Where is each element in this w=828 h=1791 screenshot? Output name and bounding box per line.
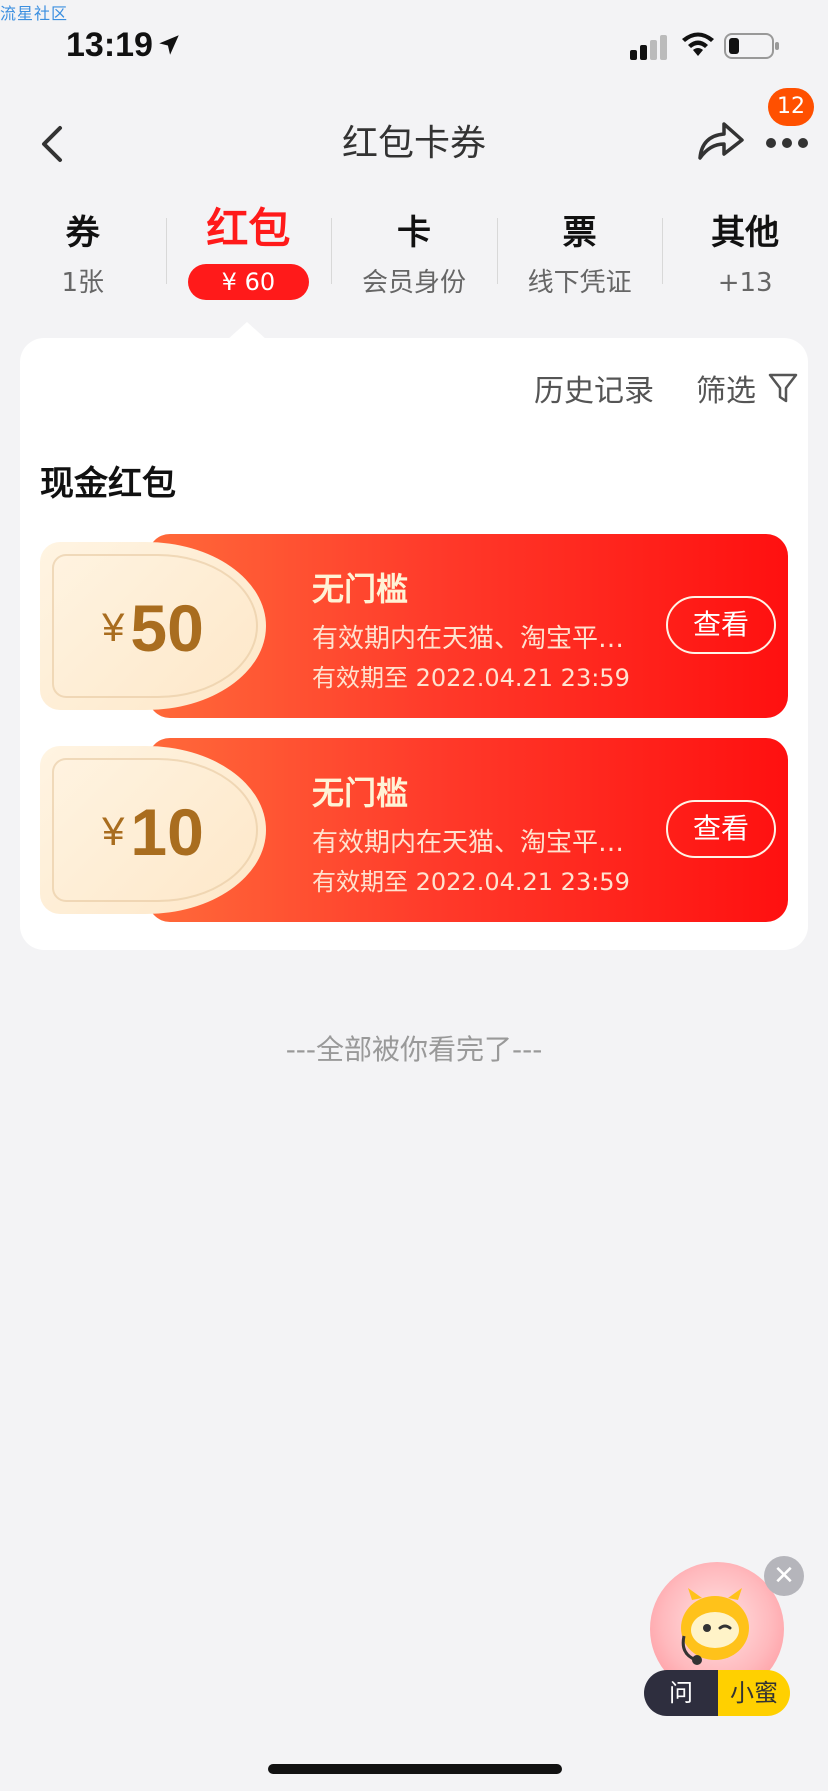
tab-subtitle: 线下凭证 (527, 268, 632, 298)
more-icon (766, 138, 808, 148)
section-title: 现金红包 (40, 464, 176, 504)
coupon-title: 无门槛 (312, 570, 409, 608)
wifi-icon (682, 32, 714, 56)
battery-icon (724, 33, 779, 59)
filter-label: 筛选 (696, 374, 756, 409)
tab-title: 票 (562, 213, 597, 253)
tab-subtitle-pill: ¥ 60 (187, 264, 310, 300)
tab-red-packets[interactable]: 红包 ¥ 60 (165, 200, 332, 320)
tab-coupons[interactable]: 券 1张 (0, 200, 166, 320)
assistant-widget[interactable]: 问 小蜜 ✕ (640, 1556, 810, 1726)
coupon-title: 无门槛 (312, 774, 409, 812)
coupon-card[interactable]: ¥10 无门槛 有效期内在天猫、淘宝平… 有效期至 2022.04.21 23:… (40, 738, 788, 922)
coupon-expiry: 有效期至 2022.04.21 23:59 (312, 868, 630, 896)
category-tabs: 券 1张 红包 ¥ 60 卡 会员身份 票 线下凭证 其他 +13 (0, 200, 828, 320)
tab-subtitle: 1张 (61, 268, 105, 298)
history-button[interactable]: 历史记录 (534, 366, 654, 410)
tab-title: 其他 (711, 213, 780, 253)
coupon-description: 有效期内在天猫、淘宝平… (312, 624, 625, 654)
assistant-name-label: 小蜜 (718, 1670, 790, 1716)
amount-value: 10 (130, 795, 204, 869)
view-button[interactable]: 查看 (666, 800, 776, 858)
cellular-signal-icon (630, 35, 667, 60)
amount-value: 50 (130, 591, 204, 665)
share-icon[interactable] (694, 114, 748, 168)
nav-bar: 红包卡券 (0, 96, 828, 192)
tab-title: 卡 (396, 213, 431, 253)
tab-subtitle: 会员身份 (361, 268, 466, 298)
tab-tickets[interactable]: 票 线下凭证 (496, 200, 663, 320)
tab-subtitle: +13 (717, 268, 773, 298)
filter-icon (768, 373, 798, 403)
red-packet-panel: 历史记录 筛选 现金红包 ¥50 无门槛 有效期内在天猫、淘宝平… 有效期至 2… (20, 338, 808, 950)
currency-symbol: ¥ (102, 605, 125, 650)
coupon-card[interactable]: ¥50 无门槛 有效期内在天猫、淘宝平… 有效期至 2022.04.21 23:… (40, 534, 788, 718)
coupon-description: 有效期内在天猫、淘宝平… (312, 828, 625, 858)
status-time: 13:19 (66, 26, 153, 64)
currency-symbol: ¥ (102, 809, 125, 854)
coupon-expiry: 有效期至 2022.04.21 23:59 (312, 664, 630, 692)
tab-others[interactable]: 其他 +13 (662, 200, 828, 320)
view-button[interactable]: 查看 (666, 596, 776, 654)
assistant-close-button[interactable]: ✕ (764, 1556, 804, 1596)
home-indicator (268, 1764, 562, 1774)
tab-title: 红包 (206, 204, 291, 253)
assistant-label[interactable]: 问 小蜜 (644, 1670, 790, 1716)
coupon-amount: ¥10 (40, 794, 266, 870)
filter-button[interactable]: 筛选 (696, 366, 798, 410)
end-of-list-text: ---全部被你看完了--- (285, 1033, 543, 1066)
tab-cards[interactable]: 卡 会员身份 (331, 200, 497, 320)
assistant-ask-label: 问 (644, 1670, 718, 1716)
status-bar: 13:19 (0, 0, 828, 96)
location-arrow-icon (159, 35, 179, 55)
notification-badge: 12 (768, 88, 814, 126)
coupon-amount: ¥50 (40, 590, 266, 666)
tab-title: 券 (65, 213, 100, 253)
close-icon: ✕ (773, 1561, 795, 1591)
assistant-mascot-icon (681, 1588, 749, 1665)
